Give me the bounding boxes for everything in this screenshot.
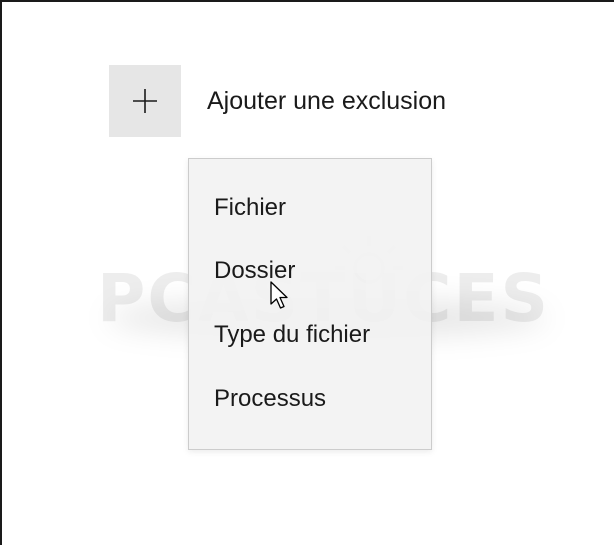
add-exclusion-label[interactable]: Ajouter une exclusion xyxy=(207,87,446,116)
mouse-pointer-icon xyxy=(270,281,292,316)
exclusion-type-menu: Fichier Dossier Type du fichier Processu… xyxy=(188,158,432,450)
window-frame: Ajouter une exclusion PCASTUCES Fichier … xyxy=(0,0,614,545)
menu-item-fichier[interactable]: Fichier xyxy=(214,194,286,222)
add-exclusion-row[interactable]: Ajouter une exclusion xyxy=(109,65,446,137)
plus-icon xyxy=(132,88,158,114)
menu-item-processus[interactable]: Processus xyxy=(214,385,326,413)
add-exclusion-button[interactable] xyxy=(109,65,181,137)
menu-item-type-du-fichier[interactable]: Type du fichier xyxy=(214,321,370,349)
